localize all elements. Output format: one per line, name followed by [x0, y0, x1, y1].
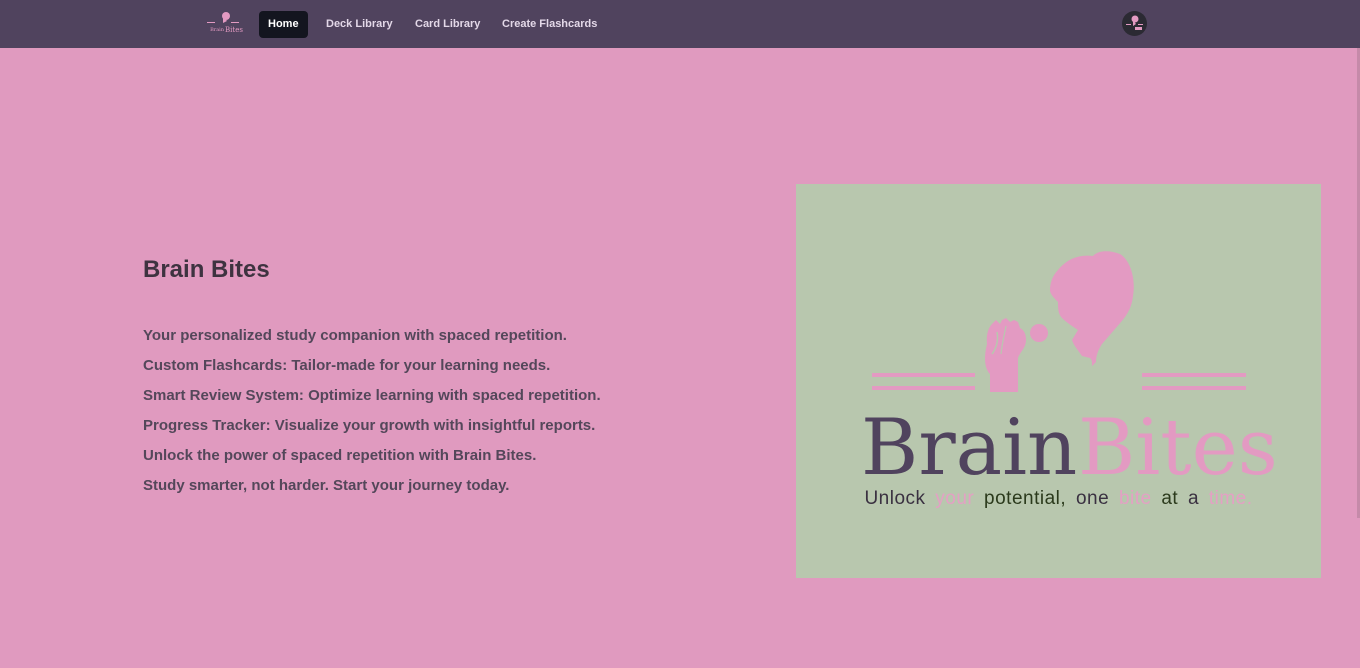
nav-logo-word-brain: Brain [210, 27, 225, 33]
feature-item: Your personalized study companion with s… [143, 327, 567, 344]
nav-deck-library[interactable]: Deck Library [317, 11, 402, 38]
logo-word-brain: Brain [861, 403, 1077, 493]
feature-list: Your personalized study companion with s… [143, 327, 601, 507]
tagline-word: one [1075, 488, 1110, 509]
brain-bites-logo-icon[interactable]: Brain Bites [204, 10, 244, 38]
brand-logo-image: Brain Bites Unlock your potential, one b… [796, 184, 1321, 578]
head-silhouette-icon [1030, 251, 1134, 366]
user-avatar[interactable] [1122, 11, 1147, 36]
logo-tagline: Unlock your potential, one bite at a tim… [796, 488, 1321, 510]
hand-icon [985, 318, 1026, 392]
hero-title: Brain Bites [143, 256, 270, 283]
feature-item: Smart Review System: Optimize learning w… [143, 387, 601, 404]
nav-logo-word-bites: Bites [225, 26, 243, 34]
tagline-word: a [1188, 488, 1200, 509]
top-navbar: Brain Bites Home Deck Library Card Libra… [0, 0, 1360, 48]
feature-item: Study smarter, not harder. Start your jo… [143, 477, 510, 494]
logo-word-bites: Bites [1078, 403, 1278, 493]
tagline-word: potential, [984, 488, 1067, 509]
nav-card-library[interactable]: Card Library [406, 11, 489, 38]
tagline-word: your [935, 488, 975, 509]
feature-item: Custom Flashcards: Tailor-made for your … [143, 357, 551, 374]
tagline-word: bite [1118, 488, 1152, 509]
tagline-word: time. [1208, 488, 1253, 509]
tagline-word: at [1161, 488, 1179, 509]
nav-create-flashcards[interactable]: Create Flashcards [493, 11, 606, 38]
feature-item: Progress Tracker: Visualize your growth … [143, 417, 596, 434]
tagline-word: Unlock [864, 488, 926, 509]
nav-home[interactable]: Home [259, 11, 308, 38]
feature-item: Unlock the power of spaced repetition wi… [143, 447, 537, 464]
